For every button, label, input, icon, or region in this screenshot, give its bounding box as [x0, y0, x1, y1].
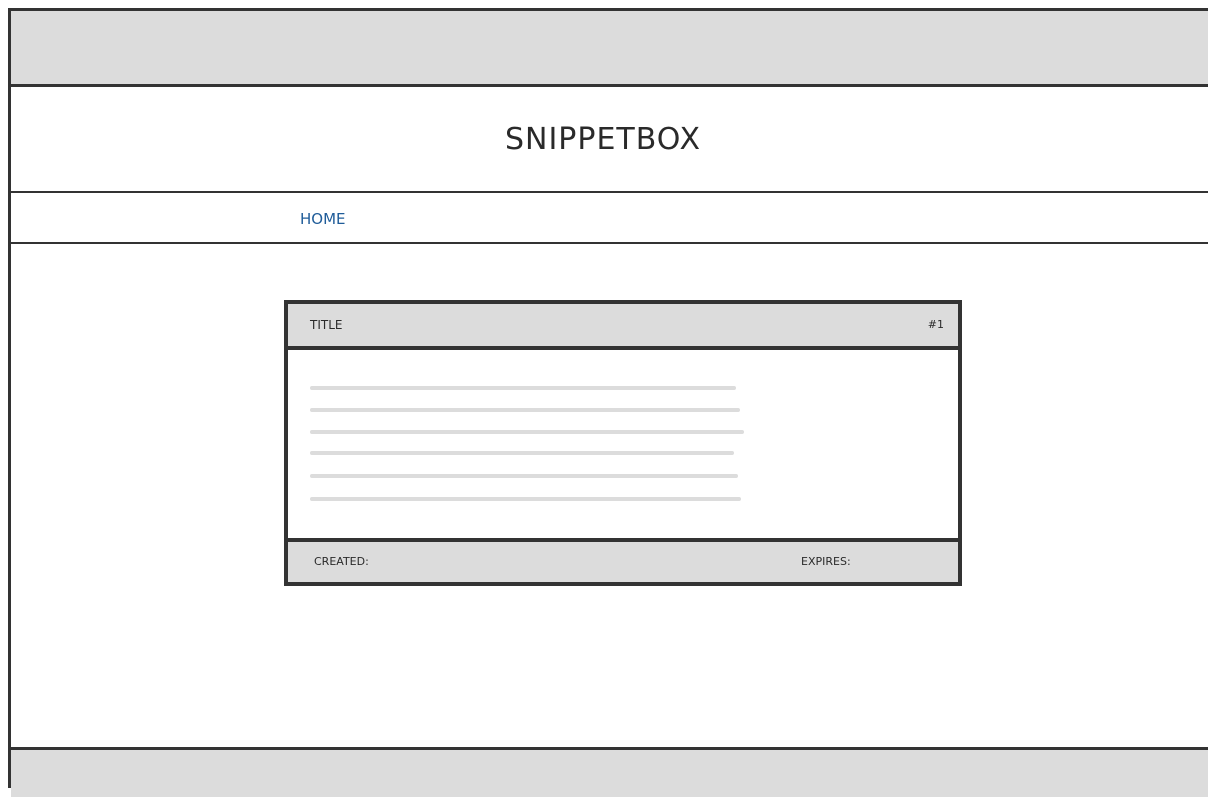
main-nav: HOME: [11, 193, 1208, 244]
snippet-footer: CREATED: EXPIRES:: [288, 538, 958, 582]
snippet-id: #1: [927, 318, 944, 331]
footer-bar: [11, 747, 1208, 797]
snippet-title: TITLE: [310, 318, 343, 332]
top-bar: [11, 11, 1208, 87]
expires-label: EXPIRES:: [801, 555, 851, 568]
placeholder-text-line: [310, 386, 736, 390]
nav-home-link[interactable]: HOME: [300, 210, 346, 228]
site-header: SNIPPETBOX: [11, 87, 1208, 193]
placeholder-text-line: [310, 451, 734, 455]
site-title: SNIPPETBOX: [504, 121, 702, 157]
placeholder-text-line: [310, 430, 744, 434]
snippet-content-placeholder: [288, 350, 958, 542]
created-label: CREATED:: [314, 555, 369, 568]
snippet-header: TITLE #1: [288, 304, 958, 350]
placeholder-text-line: [310, 408, 740, 412]
snippet-card: TITLE #1 CREATED: EXPIRES:: [284, 300, 962, 586]
placeholder-text-line: [310, 474, 738, 478]
placeholder-text-line: [310, 497, 741, 501]
